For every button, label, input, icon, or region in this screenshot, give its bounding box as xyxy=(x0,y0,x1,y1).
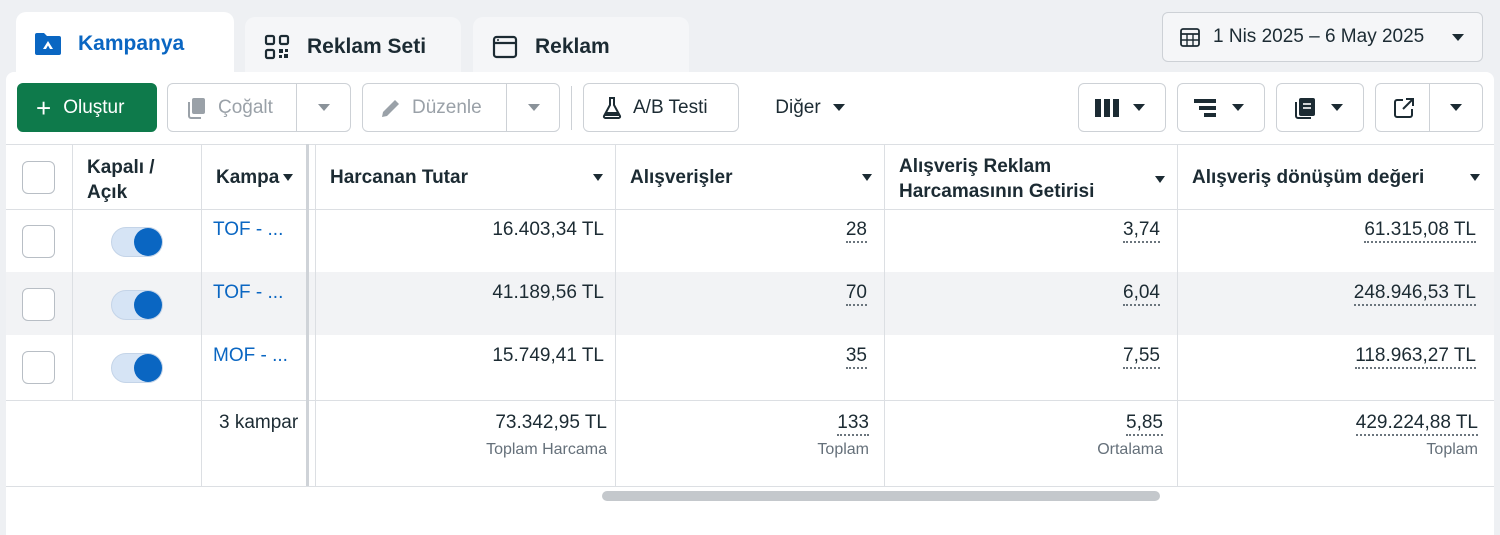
breakdown-button[interactable] xyxy=(1177,83,1265,132)
spend-value: 41.189,56 TL xyxy=(492,282,604,303)
horizontal-scrollbar[interactable] xyxy=(602,491,1160,501)
conv-value[interactable]: 118.963,27 TL xyxy=(1355,345,1476,369)
tab-label: Reklam xyxy=(535,35,610,58)
total-purchases-label: Toplam xyxy=(817,441,869,458)
purchases-value[interactable]: 28 xyxy=(845,219,867,243)
columns-button[interactable] xyxy=(1078,83,1166,132)
toolbar-divider xyxy=(571,86,572,130)
sort-caret-icon[interactable] xyxy=(283,174,293,181)
tab-reklam-seti[interactable]: Reklam Seti xyxy=(245,17,461,77)
export-button[interactable] xyxy=(1375,83,1483,132)
roas-value[interactable]: 3,74 xyxy=(1123,219,1160,243)
ab-test-button[interactable]: A/B Testi xyxy=(583,83,739,132)
select-all-checkbox[interactable] xyxy=(22,161,55,194)
header-onoff: Kapalı / Açık xyxy=(87,157,155,203)
edit-label: Düzenle xyxy=(412,96,482,118)
duplicate-button[interactable]: Çoğalt xyxy=(167,83,351,132)
grid-icon xyxy=(263,33,291,61)
sort-caret-icon[interactable] xyxy=(593,174,603,181)
pencil-icon xyxy=(379,96,403,120)
campaign-toggle[interactable] xyxy=(111,290,163,320)
chevron-down-icon[interactable] xyxy=(1450,104,1462,111)
tab-reklam[interactable]: Reklam xyxy=(473,17,689,77)
spend-value: 16.403,34 TL xyxy=(492,219,604,240)
sort-caret-icon[interactable] xyxy=(1155,176,1165,183)
campaign-toggle[interactable] xyxy=(111,353,163,383)
header-spend[interactable]: Harcanan Tutar xyxy=(330,165,468,190)
purchases-value[interactable]: 35 xyxy=(845,345,867,369)
ab-test-label: A/B Testi xyxy=(633,96,708,118)
total-conv-value-label: Toplam xyxy=(1426,441,1478,458)
tab-kampanya[interactable]: Kampanya xyxy=(16,12,234,76)
plus-icon: + xyxy=(36,92,52,123)
avg-roas[interactable]: 5,85 xyxy=(1126,412,1163,436)
date-range-label: 1 Nis 2025 – 6 May 2025 xyxy=(1213,26,1425,47)
purchases-value[interactable]: 70 xyxy=(845,282,867,306)
chevron-down-icon xyxy=(832,104,845,111)
total-spend-label: Toplam Harcama xyxy=(486,441,607,458)
reports-icon xyxy=(1293,96,1317,120)
roas-value[interactable]: 6,04 xyxy=(1123,282,1160,306)
totals-campaign-count: 3 kampar xyxy=(219,412,299,433)
campaign-name-link[interactable]: TOF - ... xyxy=(213,282,283,304)
date-range-picker[interactable]: 1 Nis 2025 – 6 May 2025 xyxy=(1162,12,1483,62)
breakdown-icon xyxy=(1194,98,1218,118)
header-conv-value[interactable]: Alışveriş dönüşüm değeri xyxy=(1192,165,1424,190)
avg-roas-label: Ortalama xyxy=(1097,441,1163,458)
edit-button[interactable]: Düzenle xyxy=(362,83,560,132)
total-purchases[interactable]: 133 xyxy=(837,412,869,436)
header-purchases[interactable]: Alışverişler xyxy=(630,165,732,190)
conv-value[interactable]: 248.946,53 TL xyxy=(1353,282,1476,306)
create-button[interactable]: + Oluştur xyxy=(17,83,157,132)
row-checkbox[interactable] xyxy=(22,225,55,258)
chevron-down-icon xyxy=(1331,104,1343,111)
sort-caret-icon[interactable] xyxy=(862,174,872,181)
chevron-down-icon[interactable] xyxy=(528,104,540,111)
campaign-name-link[interactable]: TOF - ... xyxy=(213,219,283,241)
more-label: Diğer xyxy=(775,96,821,118)
reports-button[interactable] xyxy=(1276,83,1364,132)
tab-label: Kampanya xyxy=(78,32,185,55)
chevron-down-icon xyxy=(1452,33,1464,41)
duplicate-label: Çoğalt xyxy=(218,96,273,118)
sort-caret-icon[interactable] xyxy=(1470,174,1480,181)
roas-value[interactable]: 7,55 xyxy=(1123,345,1160,369)
columns-icon xyxy=(1095,98,1119,118)
calendar-icon xyxy=(1179,26,1201,48)
create-label: Oluştur xyxy=(63,96,125,118)
folder-icon xyxy=(34,30,62,58)
export-icon xyxy=(1392,96,1416,120)
row-checkbox[interactable] xyxy=(22,288,55,321)
header-roas[interactable]: Alışveriş Reklam Harcamasının Getirisi xyxy=(899,154,1094,204)
campaign-name-link[interactable]: MOF - ... xyxy=(213,345,288,367)
chevron-down-icon xyxy=(1133,104,1145,111)
spend-value: 15.749,41 TL xyxy=(492,345,604,366)
duplicate-icon xyxy=(184,96,208,120)
row-checkbox[interactable] xyxy=(22,351,55,384)
chevron-down-icon[interactable] xyxy=(318,104,330,111)
total-spend: 73.342,95 TL xyxy=(495,412,607,433)
more-button[interactable]: Diğer xyxy=(760,83,860,132)
conv-value[interactable]: 61.315,08 TL xyxy=(1364,219,1476,243)
window-icon xyxy=(491,33,519,61)
campaign-toggle[interactable] xyxy=(111,227,163,257)
total-conv-value[interactable]: 429.224,88 TL xyxy=(1355,412,1478,436)
tab-label: Reklam Seti xyxy=(307,35,427,58)
flask-icon xyxy=(600,96,624,120)
chevron-down-icon xyxy=(1232,104,1244,111)
